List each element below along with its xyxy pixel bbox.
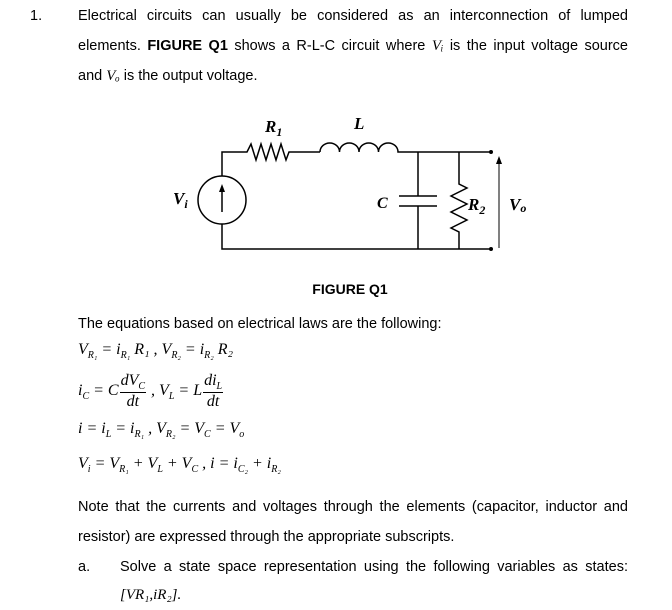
label-vo: Vo — [509, 195, 526, 215]
eq-term: = i — [97, 341, 121, 358]
eq-term: i = i — [78, 420, 106, 437]
eq-term: R₂ — [213, 341, 234, 358]
eq-term: V — [78, 341, 88, 358]
circuit-diagram: R1 L Vi C R2 Vo — [173, 114, 526, 251]
eq-term: , i = i — [198, 455, 238, 472]
eq-term: = i — [111, 420, 135, 437]
eq-term: , V — [144, 420, 166, 437]
equation: i = iL = iR₁ , VR₂ = VC = Vo — [78, 420, 244, 440]
eq-term: = V — [90, 455, 120, 472]
eq-subscript: R₂ — [271, 464, 281, 475]
eq-term: + V — [162, 455, 192, 472]
label-l: L — [353, 114, 364, 133]
note-line-2: resistor) are expressed through the appr… — [78, 529, 455, 545]
eq-subscript: R₁ — [134, 429, 145, 440]
eq-term: = C — [89, 382, 119, 400]
equations-intro: The equations based on electrical laws a… — [78, 316, 442, 332]
figure-caption: FIGURE Q1 — [312, 281, 388, 297]
eq-term: = i — [180, 341, 205, 358]
label-c: C — [377, 195, 388, 212]
eq-subscript: R₂ — [204, 350, 214, 361]
eq-subscript: R₁ — [119, 464, 129, 475]
eq-subscript: C₂ — [237, 464, 248, 475]
inductor-l — [319, 142, 491, 153]
eq-term: = V — [175, 420, 205, 437]
resistor-r2 — [449, 152, 469, 249]
note-text: Note that the currents and voltages thro… — [78, 492, 628, 552]
resistor-r1 — [221, 141, 320, 176]
eq-term: = L — [174, 382, 203, 400]
eq-subscript: o — [239, 429, 245, 440]
part-a-line-2: [VR₁,iR₂]. — [120, 587, 182, 603]
eq-subscript: R₁ — [120, 350, 131, 361]
eq-term: V — [78, 455, 88, 472]
part-a-line-1: Solve a state space representation using… — [120, 559, 628, 575]
eq-term: = V — [210, 420, 240, 437]
label-r1: R1 — [264, 117, 282, 139]
fraction: dVC dt — [119, 372, 147, 410]
equation: Vi = VR₁ + VL + VC , i = iC₂ + iR₂ — [78, 455, 281, 475]
label-r2: R2 — [467, 195, 485, 217]
eq-term: + i — [247, 455, 272, 472]
capacitor-c — [399, 152, 437, 249]
eq-term: + V — [128, 455, 158, 472]
eq-subscript: R₁ — [87, 350, 98, 361]
fraction: diL dt — [203, 372, 224, 410]
note-line-1: Note that the currents and voltages thro… — [78, 499, 628, 515]
equation: VR₁ = iR₁ R₁ , VR₂ = iR₂ R₂ — [78, 341, 233, 361]
eq-term: R₁ , V — [130, 341, 172, 358]
equation: iC = CdVC dt , VL = LdiL dt — [78, 372, 224, 411]
eq-term: , V — [147, 382, 169, 400]
label-vi: Vi — [173, 189, 188, 211]
part-a-label: a. — [78, 559, 91, 575]
eq-subscript: C — [204, 429, 211, 440]
eq-subscript: R₂ — [171, 350, 181, 361]
